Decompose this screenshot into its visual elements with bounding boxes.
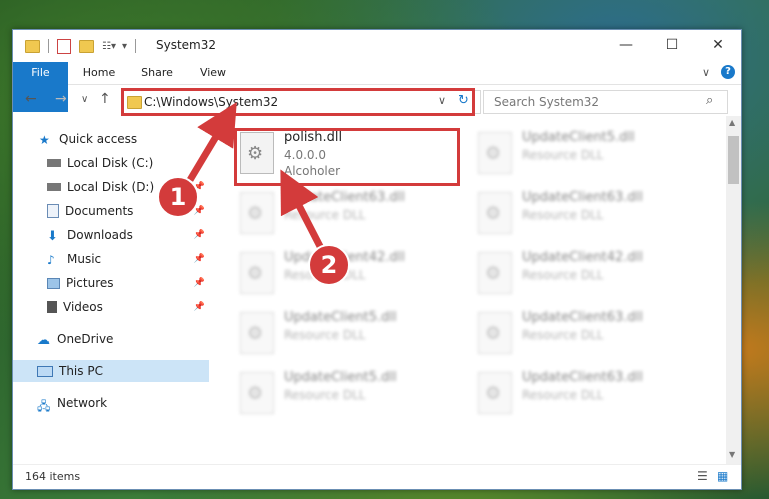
arrow-to-address-bar (186, 101, 237, 182)
callout-1-badge: 1 (157, 176, 199, 218)
callout-2-badge: 2 (308, 244, 350, 286)
annotation-arrows (186, 101, 330, 260)
